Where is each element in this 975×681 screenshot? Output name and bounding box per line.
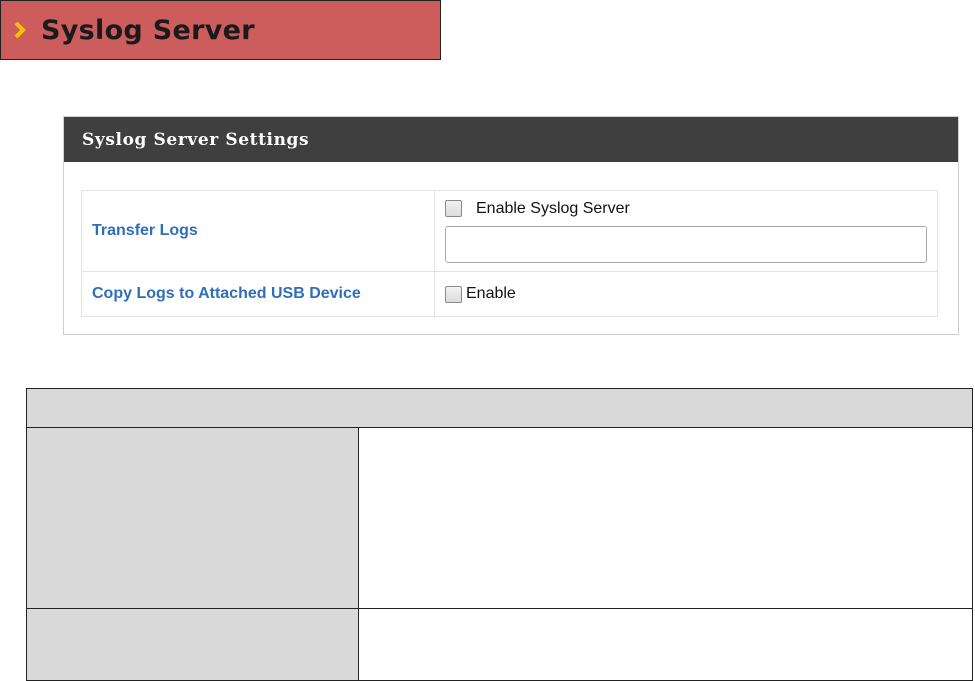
enable-usb-log-copy-checkbox[interactable] xyxy=(445,285,462,303)
copy-logs-usb-label: Copy Logs to Attached USB Device xyxy=(81,271,435,317)
enable-syslog-server-label: Enable Syslog Server xyxy=(476,199,630,217)
transfer-logs-value: Enable Syslog Server xyxy=(434,190,938,272)
panel-title: Syslog Server Settings xyxy=(82,129,310,150)
panel-header: Syslog Server Settings xyxy=(64,117,958,162)
transfer-logs-label: Transfer Logs xyxy=(81,190,435,272)
description-header-cell xyxy=(26,388,973,428)
table-row xyxy=(26,427,973,609)
chevron-right-icon xyxy=(9,19,31,41)
enable-syslog-server-checkbox[interactable] xyxy=(445,200,462,217)
table-row: Transfer Logs Enable Syslog Server xyxy=(81,190,938,272)
page-header: Syslog Server xyxy=(0,0,441,60)
table-row: Copy Logs to Attached USB Device Enable xyxy=(81,271,938,317)
enable-usb-log-copy-label: Enable xyxy=(466,285,516,302)
copy-logs-usb-value: Enable xyxy=(434,271,938,317)
page-title: Syslog Server xyxy=(41,14,255,46)
description-field-cell xyxy=(26,427,359,609)
settings-table: Transfer Logs Enable Syslog Server Copy … xyxy=(81,190,938,317)
table-row xyxy=(26,608,973,681)
description-text-cell xyxy=(358,427,973,609)
description-text-cell xyxy=(358,608,973,681)
description-table xyxy=(26,388,973,681)
syslog-server-address-input[interactable] xyxy=(445,225,927,263)
description-field-cell xyxy=(26,608,359,681)
description-table-header xyxy=(26,388,973,428)
